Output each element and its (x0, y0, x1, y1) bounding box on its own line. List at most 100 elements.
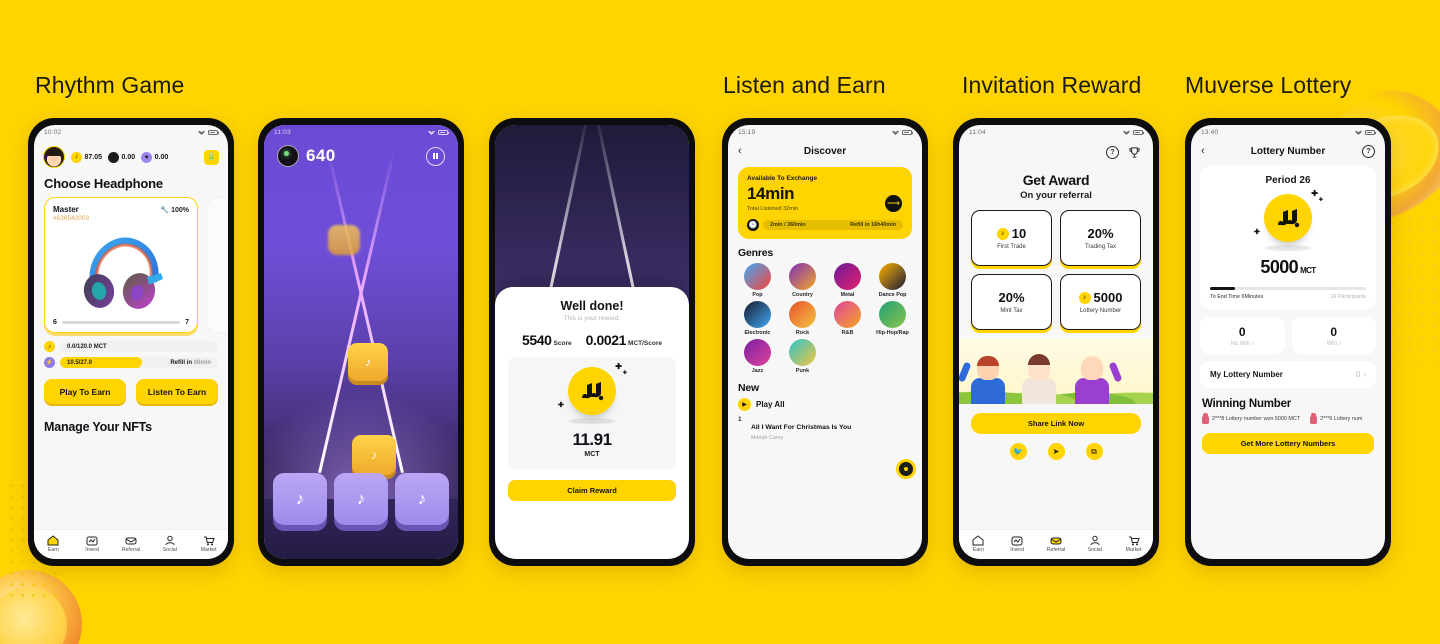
tab-earn[interactable]: Earn (959, 534, 998, 553)
stat-win[interactable]: 0 Win › (1291, 316, 1376, 354)
share-link-button[interactable]: Share Link Now (971, 413, 1141, 434)
trophy-icon[interactable] (1128, 146, 1141, 164)
tab-social[interactable]: Social (1075, 535, 1114, 553)
listen-to-earn-button[interactable]: Listen To Earn (136, 379, 218, 404)
genre-pop-icon (744, 263, 771, 290)
level-to: 7 (185, 319, 189, 326)
help-icon[interactable]: ? (1362, 144, 1375, 158)
genre-item[interactable]: R&B (826, 301, 869, 336)
back-icon[interactable]: ‹ (738, 145, 742, 157)
tab-invest[interactable]: Invest (998, 535, 1037, 553)
wifi-icon (892, 130, 899, 135)
reward-card-lottery-number[interactable]: ♪ 5000 Lottery Number (1060, 274, 1141, 330)
balance-purple-token[interactable]: ✦ 0.00 (141, 151, 168, 163)
meter-mct: ♪ 0.0/120.0 MCT (44, 341, 218, 352)
genre-item[interactable]: Rock (781, 301, 824, 336)
help-icon[interactable]: ? (1106, 146, 1119, 159)
copy-icon[interactable]: ⧉ (1085, 443, 1103, 460)
genre-item[interactable]: Metal (826, 263, 869, 298)
genre-item[interactable]: Jazz (736, 339, 779, 374)
energy-bolt-icon: ⚡ (44, 357, 55, 368)
telegram-icon[interactable]: ➤ (1047, 443, 1065, 460)
reward-cards-grid: ♪ 10 First Trade 20% Trading Tax 20% Min… (959, 201, 1153, 330)
genre-label: Jazz (751, 368, 764, 374)
status-icons (1355, 130, 1376, 135)
tab-market[interactable]: Market (189, 535, 228, 553)
genre-item[interactable]: Country (781, 263, 824, 298)
envelope-icon (125, 535, 137, 546)
bottom-tab-bar: Earn Invest Referral Social Market (34, 529, 228, 559)
win-stats-row: 0 No Win › 0 Win › (1200, 316, 1376, 354)
claim-reward-button[interactable]: Claim Reward (508, 480, 676, 501)
home-icon (47, 534, 59, 546)
sparkle-icon: ✚ (615, 362, 622, 371)
mct-coin-icon: ✚ ✚ ✚ (1254, 189, 1323, 242)
tap-pad-right[interactable]: ♪ (395, 473, 449, 525)
genre-item[interactable]: Hip-Hop/Rap (871, 301, 914, 336)
value-text: 0 (1355, 369, 1361, 379)
genre-rnb-icon (834, 301, 861, 328)
genre-item[interactable]: Pop (736, 263, 779, 298)
pot-amount-value: 5000 (1260, 257, 1299, 277)
genre-item[interactable]: Punk (781, 339, 824, 374)
status-bar: 10:02 (34, 125, 228, 140)
bottom-tab-bar: Earn Invest Referral Social Market (959, 529, 1153, 559)
genre-item[interactable]: Electronic (736, 301, 779, 336)
tab-referral[interactable]: Referral (112, 535, 151, 553)
status-time: 11:03 (274, 129, 291, 136)
game-canvas[interactable]: 11:03 640 ♪ ♪ ♪ ♪ ♪ (264, 125, 458, 559)
get-more-lottery-numbers-button[interactable]: Get More Lottery Numbers (1202, 432, 1374, 454)
back-icon[interactable]: ‹ (1201, 145, 1205, 157)
person-icon (1089, 535, 1101, 546)
tab-market[interactable]: Market (1114, 535, 1153, 553)
song-list-item[interactable]: 1 All I Want For Christmas Is You Mariah… (728, 411, 922, 441)
tab-social[interactable]: Social (150, 535, 189, 553)
stat-no-win[interactable]: 0 No Win › (1200, 316, 1285, 354)
my-lottery-number-row[interactable]: My Lottery Number 0 › (1200, 360, 1376, 388)
page-title: Choose Headphone (44, 176, 163, 191)
tab-label: Social (1087, 546, 1102, 553)
headphone-card[interactable]: Master 🔧 100% #636542003 6 7 (44, 197, 198, 333)
mct-track: 0.0/120.0 MCT (60, 341, 218, 352)
energy-icon[interactable]: 🔋 (204, 149, 219, 165)
status-bar: 15:19 (728, 125, 922, 140)
pause-button[interactable] (426, 146, 445, 166)
play-to-earn-button[interactable]: Play To Earn (44, 379, 126, 404)
refill-info: Refill in 00min (170, 360, 211, 366)
status-bar: 13:40 (1191, 125, 1385, 140)
play-icon[interactable]: ▶ (738, 398, 751, 411)
genre-item[interactable]: Dance Pop (871, 263, 914, 298)
reward-card-trading-tax[interactable]: 20% Trading Tax (1060, 210, 1141, 266)
score-display: 640 (277, 145, 336, 167)
invitation-heading: Get Award (1022, 172, 1090, 188)
tap-pad-left[interactable]: ♪ (273, 473, 327, 525)
status-time: 13:40 (1201, 129, 1219, 136)
avatar[interactable] (43, 146, 65, 168)
balance-dark-token[interactable]: ● 0.00 (108, 151, 135, 163)
winner-avatar-icon (1310, 412, 1318, 424)
tap-pad-center[interactable]: ♪ (334, 473, 388, 525)
exchange-card[interactable]: Available To Exchange 14min Total Listen… (738, 167, 912, 239)
wifi-icon (1123, 130, 1130, 135)
tab-label: Earn (972, 546, 984, 553)
participants-label: 16 Participants (1330, 293, 1366, 300)
headphone-carousel[interactable]: Master 🔧 100% #636542003 6 7 (34, 193, 228, 333)
twitter-icon[interactable]: 🐦 (1009, 443, 1027, 460)
tab-referral[interactable]: Referral (1037, 535, 1076, 553)
arrow-right-icon[interactable]: ⟶ (885, 195, 902, 212)
balance-mct[interactable]: ♪ 87.05 (71, 151, 102, 163)
refill-time: 00min (193, 359, 211, 366)
invitation-subheading: On your referral (1020, 190, 1092, 201)
tab-invest[interactable]: Invest (73, 535, 112, 553)
record-icon (277, 145, 299, 167)
reward-card-first-trade[interactable]: ♪ 10 First Trade (971, 210, 1052, 266)
reward-card-mint-tax[interactable]: 20% Mint Tax (971, 274, 1052, 330)
now-playing-disc-button[interactable] (896, 459, 916, 479)
phone-lottery: 13:40 ‹ Lottery Number ? Period 26 ✚ ✚ ✚… (1185, 118, 1391, 566)
exchange-progress-row: 🕑 2min / 360min Refill in 16h40min (747, 219, 903, 231)
headphone-card-next[interactable] (206, 197, 228, 333)
play-all-row[interactable]: ▶ Play All (728, 394, 922, 411)
score-value: 5540 (522, 332, 552, 348)
nav-title: Discover (803, 145, 847, 157)
tab-earn[interactable]: Earn (34, 534, 73, 553)
